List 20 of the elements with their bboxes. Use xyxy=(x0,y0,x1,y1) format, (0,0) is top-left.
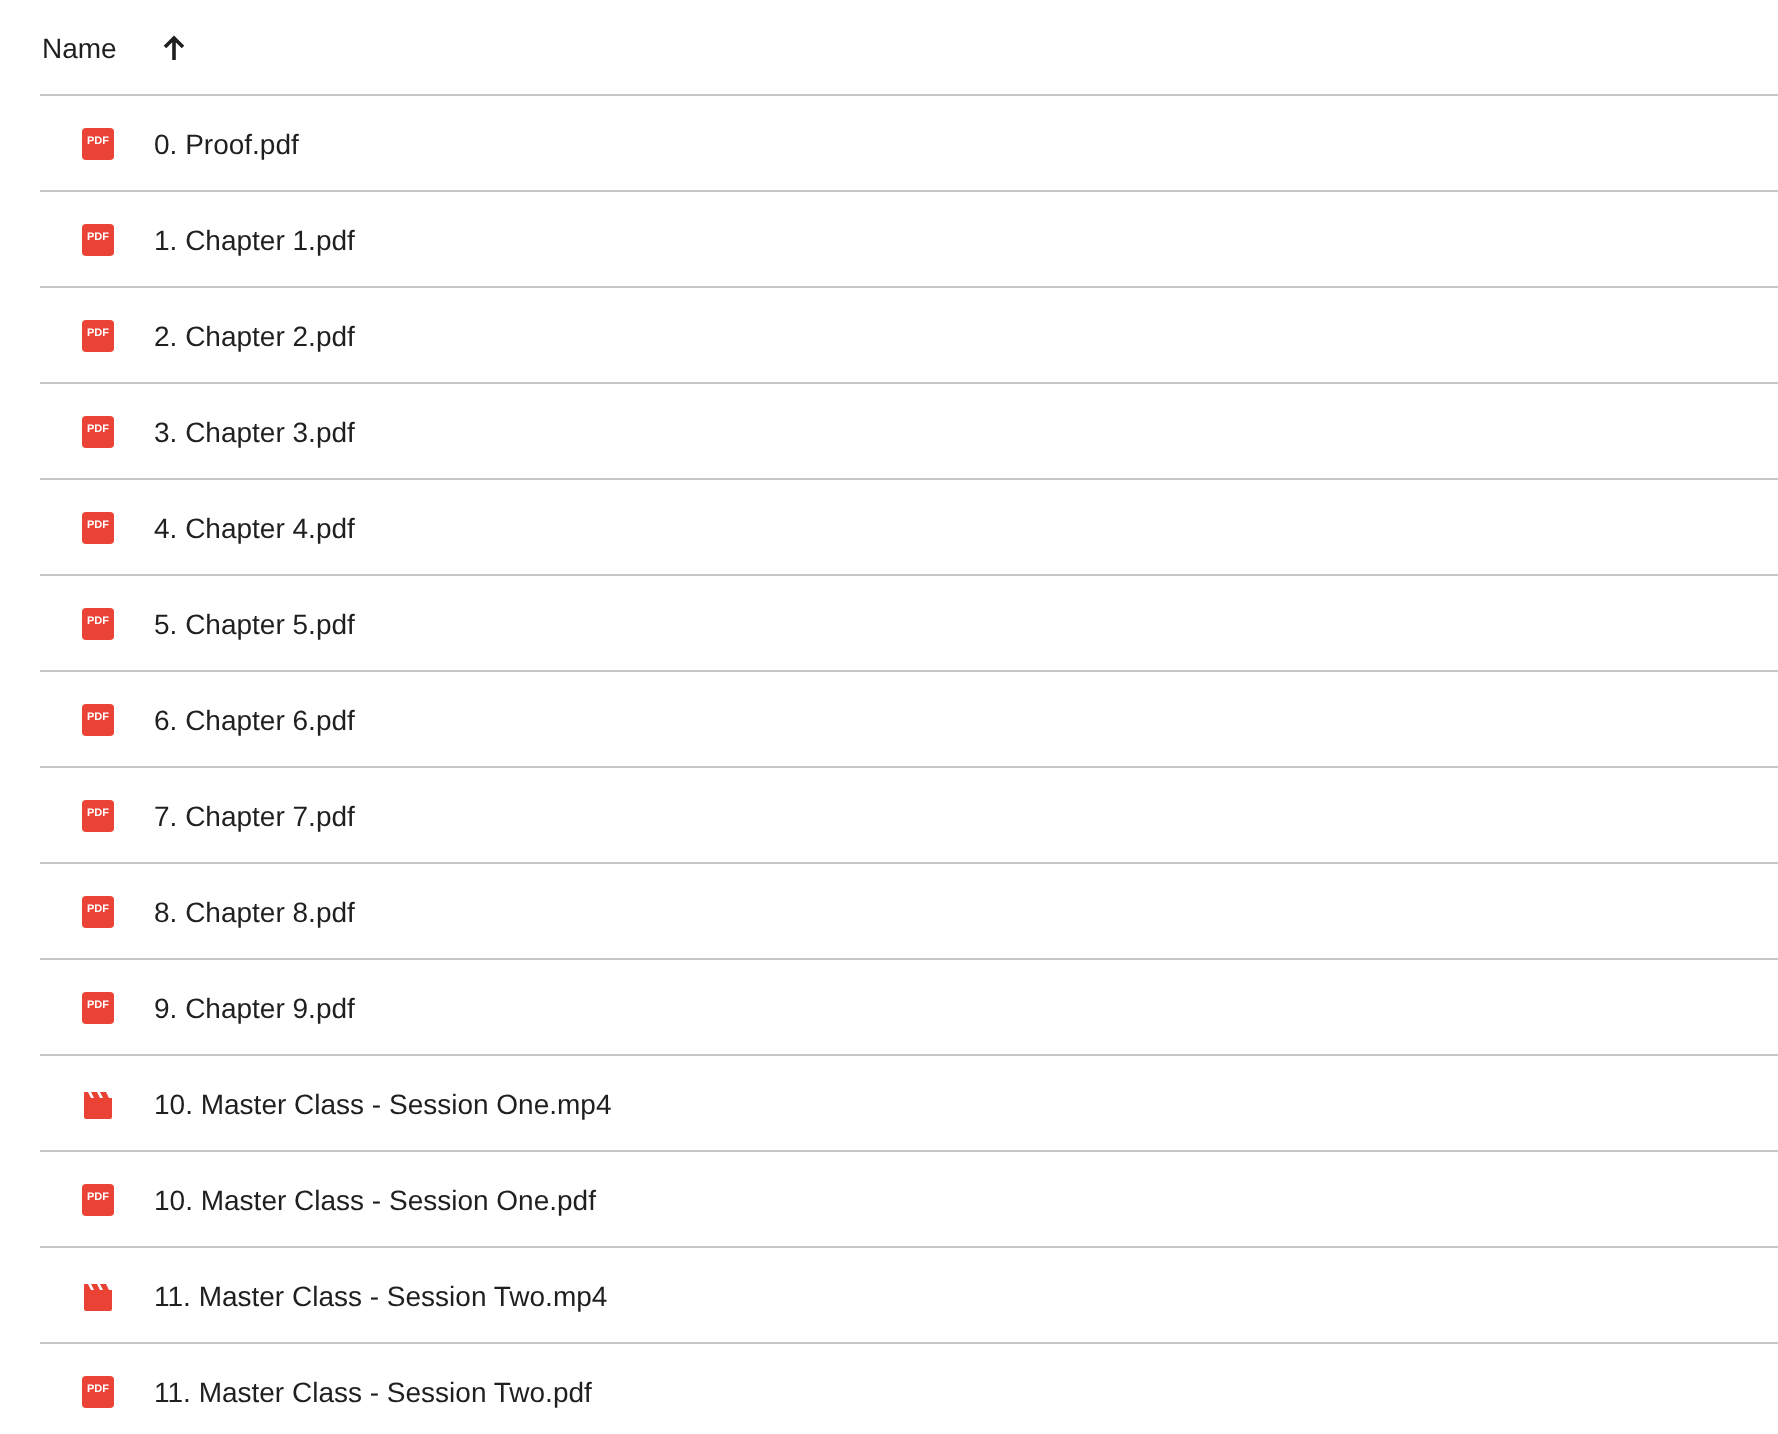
file-name: 9. Chapter 9.pdf xyxy=(154,991,355,1023)
file-name: 8. Chapter 8.pdf xyxy=(154,895,355,927)
file-name: 0. Proof.pdf xyxy=(154,127,299,159)
file-name: 11. Master Class - Session Two.mp4 xyxy=(154,1279,608,1311)
file-name: 4. Chapter 4.pdf xyxy=(154,511,355,543)
file-row[interactable]: 10. Master Class - Session One.mp4 xyxy=(40,1056,1778,1152)
video-file-icon xyxy=(82,1279,114,1311)
sort-arrow-icon[interactable] xyxy=(162,33,187,61)
file-name: 7. Chapter 7.pdf xyxy=(154,799,355,831)
file-name: 1. Chapter 1.pdf xyxy=(154,223,355,255)
file-name: 2. Chapter 2.pdf xyxy=(154,319,355,351)
file-name: 5. Chapter 5.pdf xyxy=(154,607,355,639)
column-header[interactable]: Name xyxy=(40,31,117,63)
file-name: 10. Master Class - Session One.pdf xyxy=(154,1183,596,1215)
file-name: 11. Master Class - Session Two.pdf xyxy=(154,1375,592,1407)
video-file-icon xyxy=(82,1087,114,1119)
file-name: 3. Chapter 3.pdf xyxy=(154,415,355,447)
file-row[interactable]: 11. Master Class - Session Two.mp4 xyxy=(40,1248,1778,1344)
file-name: 6. Chapter 6.pdf xyxy=(154,703,355,735)
file-name: 10. Master Class - Session One.mp4 xyxy=(154,1087,612,1119)
